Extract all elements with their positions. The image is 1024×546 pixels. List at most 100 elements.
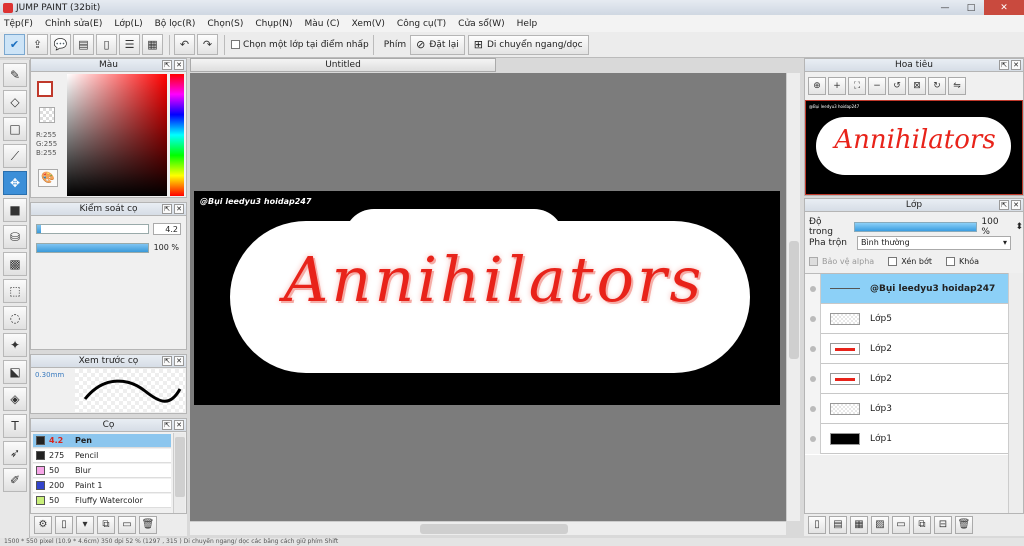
brush-tool-icon[interactable]: ✎ [3, 63, 27, 87]
brush-opacity-slider[interactable] [36, 243, 149, 253]
new-raster-layer-icon[interactable]: ▤ [829, 516, 847, 534]
redo-icon[interactable]: ↷ [197, 34, 218, 55]
scrollbar-thumb[interactable] [420, 524, 568, 534]
transparent-color-swatch[interactable] [39, 107, 55, 123]
close-icon[interactable]: ✕ [174, 60, 184, 70]
brush-size-slider[interactable] [36, 224, 149, 234]
visibility-toggle[interactable] [805, 303, 821, 334]
zoom-out-icon[interactable]: − [868, 77, 886, 95]
maximize-button[interactable]: □ [958, 0, 984, 15]
rectangle-tool-icon[interactable]: □ [3, 117, 27, 141]
operation-tool-icon[interactable]: ➶ [3, 441, 27, 465]
visibility-toggle[interactable] [805, 423, 821, 454]
palette-icon[interactable]: 🎨 [38, 169, 58, 187]
gradient-tool-icon[interactable]: ▩ [3, 252, 27, 276]
spin-icon[interactable]: ⬍ [1015, 222, 1023, 232]
new-halftone-layer-icon[interactable]: ▦ [850, 516, 868, 534]
menu-tools[interactable]: Công cụ(T) [397, 19, 446, 29]
menu-layer[interactable]: Lớp(L) [114, 19, 142, 29]
hue-slider[interactable] [170, 74, 184, 196]
zoom-actual-icon[interactable]: ⊕ [808, 77, 826, 95]
float-icon[interactable]: ⇱ [999, 200, 1009, 210]
close-icon[interactable]: ✕ [1011, 200, 1021, 210]
check-icon[interactable]: ✔ [4, 34, 25, 55]
rotate-right-icon[interactable]: ↻ [928, 77, 946, 95]
reset-button[interactable]: ⊘ Đặt lại [410, 34, 465, 55]
delete-icon[interactable]: 🗑 [139, 516, 157, 534]
brush-item[interactable]: 275 Pencil [33, 449, 171, 463]
navigator-preview[interactable]: @Bụi leedyu3 hoidap247 Annihilators [805, 100, 1023, 195]
line-tool-icon[interactable]: ⟋ [3, 144, 27, 168]
visibility-toggle[interactable] [805, 333, 821, 364]
saturation-value-picker[interactable] [67, 74, 167, 196]
menu-color[interactable]: Màu (C) [305, 19, 340, 29]
menu-view[interactable]: Xem(V) [352, 19, 385, 29]
menu-filter[interactable]: Bộ lọc(R) [155, 19, 196, 29]
close-button[interactable]: ✕ [984, 0, 1024, 15]
brush-item[interactable]: 4.2 Pen [33, 434, 171, 448]
lasso-tool-icon[interactable]: ◌ [3, 306, 27, 330]
speech-bubble-icon[interactable]: 💬 [50, 34, 71, 55]
text-tool-icon[interactable]: T [3, 414, 27, 438]
checkbox-box[interactable] [888, 257, 898, 266]
list-icon[interactable]: ☰ [119, 34, 140, 55]
new-layer-icon[interactable]: ▯ [808, 516, 826, 534]
checkbox-box[interactable] [231, 40, 240, 49]
scrollbar-thumb[interactable] [175, 437, 185, 497]
brush-item[interactable]: 50 Fluffy Watercolor [33, 494, 171, 508]
clipping-checkbox[interactable]: Xén bớt [888, 257, 932, 266]
layer-blend-select[interactable]: Bình thường [856, 236, 1011, 250]
layer-row[interactable]: Lớp3 [805, 393, 1008, 424]
rotate-left-icon[interactable]: ↺ [888, 77, 906, 95]
canvas-vertical-scrollbar[interactable] [786, 73, 800, 521]
bucket-tool-icon[interactable]: ⛁ [3, 225, 27, 249]
new-tone-layer-icon[interactable]: ▨ [871, 516, 889, 534]
brush-settings-icon[interactable]: ⚙ [34, 516, 52, 534]
menu-file[interactable]: Tệp(F) [4, 19, 33, 29]
artwork-canvas[interactable]: @Bụi leedyu3 hoidap247 Annihilators [194, 191, 780, 405]
protect-alpha-checkbox[interactable]: Bảo vệ alpha [809, 257, 874, 266]
folder-icon[interactable]: ▭ [118, 516, 136, 534]
menu-capture[interactable]: Chụp(N) [255, 19, 292, 29]
text-box-icon[interactable]: ▤ [73, 34, 94, 55]
lock-checkbox[interactable]: Khóa [945, 257, 979, 266]
float-icon[interactable]: ⇱ [162, 204, 172, 214]
layer-opacity-slider[interactable] [853, 222, 978, 232]
brush-item[interactable]: 50 Blur [33, 464, 171, 478]
layer-row[interactable]: @Bụi leedyu3 hoidap247 [805, 273, 1008, 304]
layer-row[interactable]: Lớp5 [805, 303, 1008, 334]
menu-window[interactable]: Cửa sổ(W) [458, 19, 504, 29]
merge-layer-icon[interactable]: ⊟ [934, 516, 952, 534]
reset-rotation-icon[interactable]: ⊠ [908, 77, 926, 95]
brush-type-dropdown-icon[interactable]: ▾ [76, 516, 94, 534]
fit-window-icon[interactable]: ⛶ [848, 77, 866, 95]
brush-size-value[interactable]: 4.2 [153, 223, 181, 235]
float-icon[interactable]: ⇱ [999, 60, 1009, 70]
flip-horizontal-icon[interactable]: ⇋ [948, 77, 966, 95]
foreground-color-swatch[interactable] [37, 81, 53, 97]
menu-edit[interactable]: Chỉnh sửa(E) [45, 19, 102, 29]
zoom-in-icon[interactable]: + [828, 77, 846, 95]
float-icon[interactable]: ⇱ [162, 420, 172, 430]
undo-icon[interactable]: ↶ [174, 34, 195, 55]
layer-folder-icon[interactable]: ▭ [892, 516, 910, 534]
delete-layer-icon[interactable]: 🗑 [955, 516, 973, 534]
menu-select[interactable]: Chọn(S) [207, 19, 243, 29]
close-icon[interactable]: ✕ [1011, 60, 1021, 70]
canvas-area[interactable]: @Bụi leedyu3 hoidap247 Annihilators [190, 73, 786, 521]
document-icon[interactable]: ▯ [96, 34, 117, 55]
scrollbar-thumb[interactable] [789, 241, 799, 359]
visibility-toggle[interactable] [805, 273, 821, 304]
select-one-layer-checkbox[interactable]: Chọn một lớp tại điểm nhấp [231, 40, 369, 50]
copy-brush-icon[interactable]: ⧉ [97, 516, 115, 534]
minimize-button[interactable]: — [932, 0, 958, 15]
float-icon[interactable]: ⇱ [162, 60, 172, 70]
layer-row[interactable]: Lớp2 [805, 333, 1008, 364]
close-icon[interactable]: ✕ [174, 420, 184, 430]
canvas-horizontal-scrollbar[interactable] [190, 521, 786, 535]
visibility-toggle[interactable] [805, 363, 821, 394]
select-eraser-tool-icon[interactable]: ◈ [3, 387, 27, 411]
menu-help[interactable]: Help [517, 19, 538, 29]
layer-row[interactable]: Lớp2 [805, 363, 1008, 394]
layer-list-scrollbar[interactable] [1008, 273, 1023, 513]
